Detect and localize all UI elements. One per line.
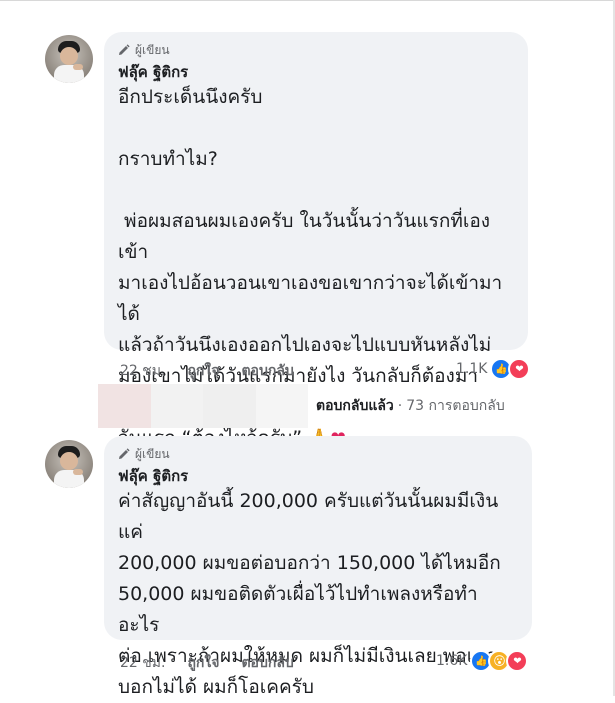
reply-button[interactable]: ตอบกลับ — [241, 360, 293, 382]
pencil-icon — [119, 448, 130, 459]
like-button[interactable]: ถูกใจ — [187, 652, 219, 674]
author-badge: ผู้เขียน — [118, 446, 518, 462]
comment-bubble: ผู้เขียน ฟลุ๊ค ฐิติกร ค่าสัญญาอันนี้ 200… — [104, 436, 532, 698]
pencil-icon — [119, 44, 130, 55]
reply-count[interactable]: 73 การตอบกลับ — [406, 395, 504, 417]
comment-bubble: ผู้เขียน ฟลุ๊ค ฐิติกร อีกประเด็นนึงครับ … — [104, 32, 528, 449]
reaction-count: 1.6K — [436, 653, 468, 669]
comment-actions: 22 ชม. ถูกใจ ตอบกลับ — [120, 360, 294, 382]
author-badge-label: ผู้เขียน — [135, 446, 170, 461]
comment-actions: 22 ชม. ถูกใจ ตอบกลับ — [120, 652, 294, 674]
like-button[interactable]: ถูกใจ — [187, 360, 219, 382]
comment-time[interactable]: 22 ชม. — [120, 652, 165, 674]
reaction-count: 1.1K — [456, 361, 488, 377]
love-icon: ❤ — [508, 358, 531, 380]
author-badge-label: ผู้เขียน — [135, 42, 170, 57]
author-name[interactable]: ฟลุ๊ค ฐิติกร — [118, 466, 518, 486]
author-badge: ผู้เขียน — [118, 42, 514, 58]
top-edge — [0, 0, 615, 1]
author-name[interactable]: ฟลุ๊ค ฐิติกร — [118, 62, 514, 82]
avatar[interactable] — [45, 440, 93, 488]
avatar[interactable] — [45, 35, 93, 83]
reply-separator: · — [397, 398, 403, 414]
replied-label[interactable]: ตอบกลับแล้ว — [316, 395, 394, 417]
replies-summary[interactable]: ตอบกลับแล้ว · 73 การตอบกลับ — [98, 384, 505, 428]
reply-button[interactable]: ตอบกลับ — [241, 652, 293, 674]
reaction-summary[interactable]: 1.6K 👍 😮 ❤ — [436, 650, 529, 672]
comment-time[interactable]: 22 ชม. — [120, 360, 165, 382]
reaction-summary[interactable]: 1.1K 👍 ❤ — [456, 358, 531, 380]
blurred-avatars — [98, 384, 308, 428]
love-icon: ❤ — [506, 650, 529, 672]
